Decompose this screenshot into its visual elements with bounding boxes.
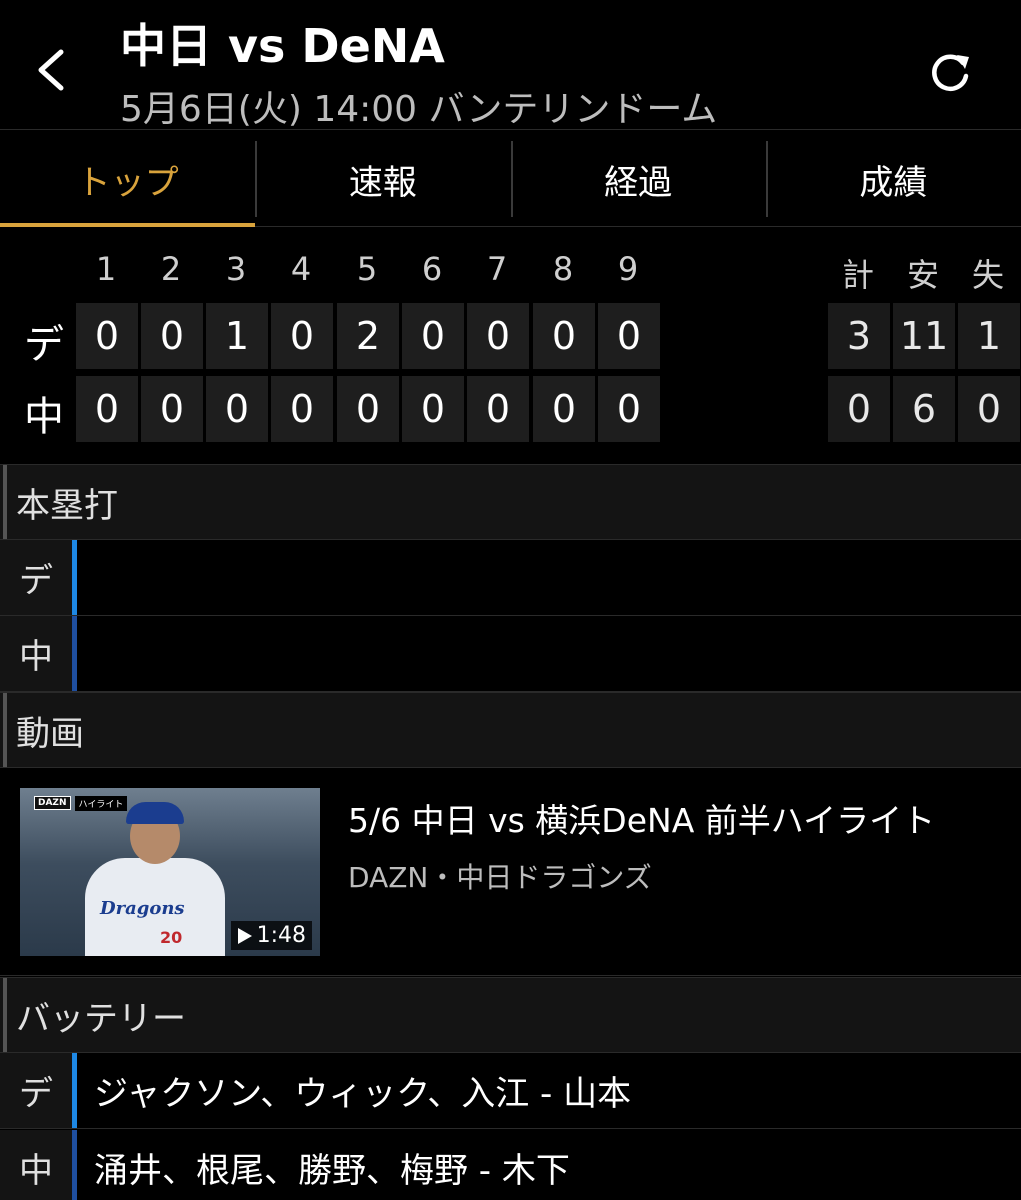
battery-row-dena: デ ジャクソン、ウィック、入江 - 山本 xyxy=(0,1053,1021,1129)
total-runs: 3 xyxy=(828,303,890,369)
inning-score: 0 xyxy=(598,303,660,369)
chevron-left-icon xyxy=(38,49,64,91)
line-score: 1 2 3 4 5 6 7 8 9 計 安 失 デ 0 0 1 0 2 0 0 … xyxy=(0,240,1021,450)
thumbnail-player-cap xyxy=(126,802,184,824)
battery-row-chunichi: 中 涌井、根尾、勝野、梅野 - 木下 xyxy=(0,1130,1021,1200)
row-team-label: デ xyxy=(0,1053,72,1128)
tab-stats[interactable]: 成績 xyxy=(765,131,1021,227)
inning-header: 6 xyxy=(421,250,443,288)
play-icon xyxy=(237,927,252,944)
battery-text: 涌井、根尾、勝野、梅野 - 木下 xyxy=(94,1151,570,1191)
highlight-label: ハイライト xyxy=(74,795,128,811)
game-title: 中日 vs DeNA xyxy=(120,19,445,73)
total-errors: 1 xyxy=(958,303,1020,369)
row-team-label: 中 xyxy=(0,616,72,691)
inning-header: 1 xyxy=(95,250,117,288)
team-color-bar xyxy=(72,616,77,691)
total-hits: 11 xyxy=(893,303,955,369)
battery-text: ジャクソン、ウィック、入江 - 山本 xyxy=(94,1074,632,1114)
inning-score: 0 xyxy=(271,303,333,369)
team-color-bar xyxy=(72,1053,77,1128)
game-date-venue: 5月6日(火) 14:00 バンテリンドーム xyxy=(120,89,718,130)
team-color-bar xyxy=(72,540,77,615)
inning-score: 2 xyxy=(337,303,399,369)
inning-score: 1 xyxy=(206,303,268,369)
back-button[interactable] xyxy=(20,40,80,100)
inning-score: 0 xyxy=(337,376,399,442)
inning-score: 0 xyxy=(533,303,595,369)
inning-header: 2 xyxy=(160,250,182,288)
inning-score: 0 xyxy=(467,376,529,442)
hits-header: 安 xyxy=(906,256,939,294)
app-header: 中日 vs DeNA 5月6日(火) 14:00 バンテリンドーム xyxy=(0,0,1021,130)
inning-score: 0 xyxy=(141,376,203,442)
home-runs-row-dena: デ xyxy=(0,540,1021,616)
inning-score: 0 xyxy=(76,303,138,369)
errors-header: 失 xyxy=(971,256,1004,294)
refresh-button[interactable] xyxy=(920,42,980,102)
total-hits: 6 xyxy=(893,376,955,442)
home-runs-heading: 本塁打 xyxy=(0,464,1021,540)
inning-score: 0 xyxy=(467,303,529,369)
thumbnail-badge: DAZN ハイライト xyxy=(34,794,128,812)
dazn-logo: DAZN xyxy=(34,796,71,810)
video-source: DAZN・中日ドラゴンズ xyxy=(348,861,652,894)
inning-score: 0 xyxy=(533,376,595,442)
tab-bar: トップ 速報 経過 成績 xyxy=(0,131,1021,227)
inning-header: 3 xyxy=(225,250,247,288)
tab-progress[interactable]: 経過 xyxy=(510,131,766,227)
runs-header: 計 xyxy=(841,256,874,294)
inning-score: 0 xyxy=(402,303,464,369)
row-team-label: 中 xyxy=(0,1130,72,1200)
inning-score: 0 xyxy=(402,376,464,442)
tab-live[interactable]: 速報 xyxy=(255,131,510,227)
inning-header: 8 xyxy=(552,250,574,288)
total-errors: 0 xyxy=(958,376,1020,442)
refresh-icon xyxy=(932,54,969,92)
home-runs-row-chunichi: 中 xyxy=(0,616,1021,692)
inning-score: 0 xyxy=(141,303,203,369)
inning-header: 5 xyxy=(356,250,378,288)
battery-heading: バッテリー xyxy=(0,977,1021,1053)
thumbnail-jersey-number: 20 xyxy=(160,928,183,947)
tab-top[interactable]: トップ xyxy=(0,131,256,227)
team-abbr-dena: デ xyxy=(24,322,64,368)
video-duration: 1:48 xyxy=(230,921,312,950)
inning-score: 0 xyxy=(271,376,333,442)
inning-score: 0 xyxy=(598,376,660,442)
inning-score: 0 xyxy=(206,376,268,442)
team-abbr-chunichi: 中 xyxy=(24,394,64,440)
thumbnail-jersey-logo: Dragons xyxy=(100,898,185,919)
duration-text: 1:48 xyxy=(256,923,306,948)
total-runs: 0 xyxy=(828,376,890,442)
video-title[interactable]: 5/6 中日 vs 横浜DeNA 前半ハイライト xyxy=(348,794,935,842)
row-team-label: デ xyxy=(0,540,72,615)
inning-header: 7 xyxy=(486,250,508,288)
video-heading: 動画 xyxy=(0,692,1021,768)
inning-header: 9 xyxy=(617,250,639,288)
inning-header: 4 xyxy=(290,250,312,288)
inning-score: 0 xyxy=(76,376,138,442)
video-item[interactable]: Dragons 20 DAZN ハイライト 1:48 5/6 中日 vs 横浜D… xyxy=(0,768,1021,976)
team-color-bar xyxy=(72,1130,77,1200)
video-thumbnail[interactable]: Dragons 20 DAZN ハイライト 1:48 xyxy=(20,788,320,956)
